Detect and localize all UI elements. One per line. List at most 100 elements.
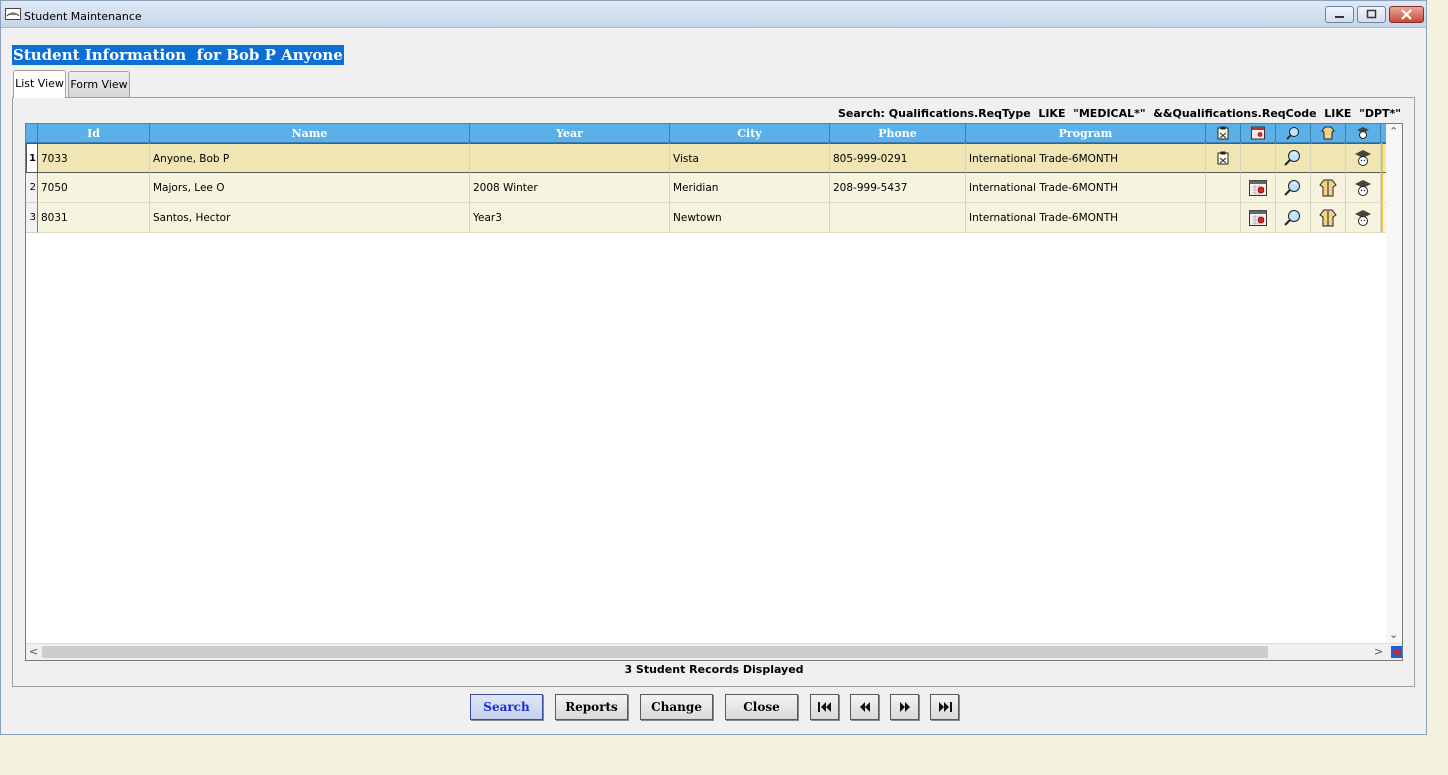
calendar-icon[interactable]: [1249, 209, 1267, 226]
cell-phone[interactable]: 208-999-5437: [830, 173, 966, 203]
student-grid: Id Name Year City Phone Program 1 7033 Any…: [25, 123, 1403, 661]
jacket-icon: [1321, 126, 1335, 140]
cell-program[interactable]: International Trade-6MONTH: [966, 143, 1206, 173]
cell-program[interactable]: International Trade-6MONTH: [966, 173, 1206, 203]
grid-corner: [26, 124, 38, 143]
icon-cell[interactable]: [1311, 143, 1346, 173]
column-header-graduate[interactable]: [1346, 124, 1381, 143]
jacket-icon[interactable]: [1319, 209, 1337, 227]
window-title: Student Maintenance: [24, 10, 142, 23]
column-header-jacket[interactable]: [1311, 124, 1346, 143]
next-record-button[interactable]: [890, 694, 919, 720]
icon-cell[interactable]: [1276, 143, 1311, 173]
minimize-button[interactable]: [1325, 6, 1354, 23]
row-number[interactable]: 1: [26, 143, 38, 173]
column-header-clipboard[interactable]: [1206, 124, 1241, 143]
cell-phone[interactable]: 805-999-0291: [830, 143, 966, 173]
column-header-city[interactable]: City: [670, 124, 830, 143]
app-icon: [5, 8, 21, 20]
column-header-lookup[interactable]: [1276, 124, 1311, 143]
lookup-icon: [1286, 127, 1299, 140]
cell-id[interactable]: 8031: [38, 203, 150, 233]
close-icon: [1401, 9, 1412, 20]
search-button[interactable]: Search: [470, 694, 543, 720]
first-icon: [818, 702, 831, 712]
scroll-up-icon[interactable]: ⌃: [1389, 124, 1398, 140]
cell-year[interactable]: [470, 143, 670, 173]
icon-cell[interactable]: [1206, 173, 1241, 203]
row-number[interactable]: 3: [26, 203, 38, 233]
graduate-icon: [1357, 127, 1369, 139]
maximize-icon: [1366, 9, 1377, 19]
column-header-id[interactable]: Id: [38, 124, 150, 143]
graduate-icon[interactable]: [1354, 209, 1372, 227]
first-record-button[interactable]: [810, 694, 839, 720]
cell-phone[interactable]: [830, 203, 966, 233]
page-title: Student Information for Bob P Anyone: [12, 45, 344, 65]
cell-city[interactable]: Newtown: [670, 203, 830, 233]
calendar-icon: [1251, 126, 1265, 140]
cell-id[interactable]: 7033: [38, 143, 150, 173]
close-button[interactable]: Close: [725, 694, 798, 720]
icon-cell[interactable]: [1346, 173, 1381, 203]
next-icon: [900, 702, 910, 712]
icon-cell[interactable]: [1276, 203, 1311, 233]
column-header-name[interactable]: Name: [150, 124, 470, 143]
previous-record-button[interactable]: [850, 694, 879, 720]
lookup-icon[interactable]: [1284, 209, 1302, 227]
cell-city[interactable]: Meridian: [670, 173, 830, 203]
column-header-calendar[interactable]: [1241, 124, 1276, 143]
scroll-right-icon[interactable]: >: [1374, 644, 1383, 660]
grid-corner-indicator-icon: [1391, 646, 1402, 658]
tab-list-view[interactable]: List View: [13, 70, 66, 98]
clipboard-icon[interactable]: [1217, 151, 1229, 165]
icon-cell[interactable]: [1241, 173, 1276, 203]
column-header-program[interactable]: Program: [966, 124, 1206, 143]
graduate-icon[interactable]: [1354, 179, 1372, 197]
cell-name[interactable]: Anyone, Bob P: [150, 143, 470, 173]
icon-cell[interactable]: [1346, 143, 1381, 173]
record-count-status: 3 Student Records Displayed: [624, 663, 804, 676]
icon-cell[interactable]: [1206, 143, 1241, 173]
vertical-scrollbar[interactable]: ⌃ ⌄: [1386, 124, 1402, 644]
calendar-icon[interactable]: [1249, 179, 1267, 196]
scroll-down-icon[interactable]: ⌄: [1389, 627, 1398, 643]
column-header-phone[interactable]: Phone: [830, 124, 966, 143]
horizontal-scrollbar[interactable]: < >: [26, 643, 1402, 660]
cell-id[interactable]: 7050: [38, 173, 150, 203]
reports-button[interactable]: Reports: [555, 694, 628, 720]
last-record-button[interactable]: [930, 694, 959, 720]
icon-cell[interactable]: [1206, 203, 1241, 233]
cell-program[interactable]: International Trade-6MONTH: [966, 203, 1206, 233]
clipboard-icon: [1217, 126, 1229, 140]
title-bar: Student Maintenance: [1, 1, 1426, 28]
last-icon: [939, 702, 952, 712]
icon-cell[interactable]: [1311, 203, 1346, 233]
icon-cell[interactable]: [1276, 173, 1311, 203]
graduate-icon[interactable]: [1354, 149, 1372, 167]
tab-form-view[interactable]: Form View: [68, 71, 130, 97]
search-criteria: Search: Qualifications.ReqType LIKE "MED…: [837, 107, 1401, 120]
horizontal-scroll-thumb[interactable]: [42, 646, 1268, 658]
column-header-year[interactable]: Year: [470, 124, 670, 143]
maximize-button[interactable]: [1357, 6, 1386, 23]
row-number[interactable]: 2: [26, 173, 38, 203]
icon-cell[interactable]: [1346, 203, 1381, 233]
cell-name[interactable]: Santos, Hector: [150, 203, 470, 233]
jacket-icon[interactable]: [1319, 179, 1337, 197]
cell-year[interactable]: Year3: [470, 203, 670, 233]
main-window: Student Maintenance Student Information …: [0, 0, 1427, 735]
icon-cell[interactable]: [1311, 173, 1346, 203]
change-button[interactable]: Change: [640, 694, 713, 720]
close-window-button[interactable]: [1389, 6, 1424, 23]
minimize-icon: [1335, 16, 1344, 18]
cell-name[interactable]: Majors, Lee O: [150, 173, 470, 203]
lookup-icon[interactable]: [1284, 179, 1302, 197]
previous-icon: [860, 702, 870, 712]
icon-cell[interactable]: [1241, 143, 1276, 173]
icon-cell[interactable]: [1241, 203, 1276, 233]
cell-city[interactable]: Vista: [670, 143, 830, 173]
cell-year[interactable]: 2008 Winter: [470, 173, 670, 203]
scroll-left-icon[interactable]: <: [29, 644, 38, 660]
lookup-icon[interactable]: [1284, 149, 1302, 167]
